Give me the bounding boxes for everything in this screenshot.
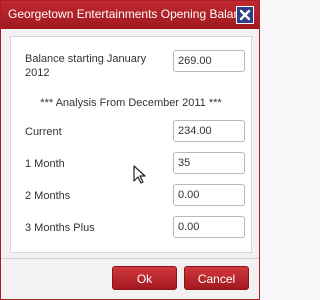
close-icon [239,9,251,21]
cancel-button[interactable]: Cancel [184,266,249,290]
balance-input[interactable]: 269.00 [173,50,245,72]
balance-label: Balance starting January 2012 [25,53,147,79]
three-months-plus-label: 3 Months Plus [25,222,95,234]
two-months-input[interactable]: 0.00 [173,184,245,206]
two-months-label: 2 Months [25,190,71,202]
three-months-plus-input[interactable]: 0.00 [173,216,245,238]
one-month-input[interactable]: 35 [173,152,245,174]
current-input[interactable]: 234.00 [173,120,245,142]
current-label: Current [25,126,62,138]
opening-balance-dialog: Georgetown Entertainments Opening Balanc… [0,0,260,300]
dialog-title: Georgetown Entertainments Opening Balanc… [8,7,253,21]
dialog-titlebar[interactable]: Georgetown Entertainments Opening Balanc… [1,1,259,29]
ok-button[interactable]: Ok [112,266,177,290]
analysis-heading: *** Analysis From December 2011 *** [40,97,222,109]
mouse-cursor-icon [133,165,146,184]
form-panel: Balance starting January 2012 269.00 ***… [10,36,252,253]
close-button[interactable] [236,6,254,24]
footer-divider [1,258,259,259]
one-month-label: 1 Month [25,158,65,170]
